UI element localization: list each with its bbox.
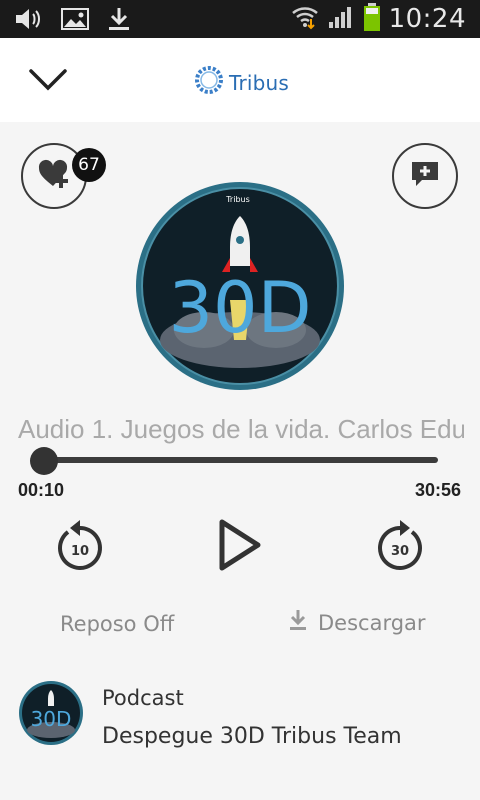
clock: 10:24 bbox=[388, 4, 466, 34]
brand-logo: Tribus bbox=[193, 64, 289, 101]
chevron-down-icon[interactable] bbox=[28, 62, 68, 96]
brand-name: Tribus bbox=[229, 70, 290, 95]
download-arrow-icon bbox=[288, 608, 308, 637]
app-header: Tribus bbox=[0, 38, 480, 122]
play-icon bbox=[219, 519, 261, 571]
volume-icon bbox=[14, 6, 44, 37]
rewind-10-button[interactable]: 10 bbox=[54, 518, 106, 572]
podcast-kind-label: Podcast bbox=[102, 686, 184, 710]
status-bar: 10:24 bbox=[0, 0, 480, 38]
svg-text:10: 10 bbox=[71, 544, 89, 559]
signal-icon bbox=[327, 4, 355, 35]
add-comment-button[interactable] bbox=[392, 143, 458, 209]
forward-30-button[interactable]: 30 bbox=[374, 518, 426, 572]
current-time: 00:10 bbox=[18, 480, 65, 500]
svg-text:Tribus: Tribus bbox=[225, 195, 250, 204]
svg-text:30: 30 bbox=[391, 544, 409, 559]
gallery-icon bbox=[60, 6, 90, 37]
podcast-artwork: 30D Tribus bbox=[134, 180, 346, 392]
download-button[interactable]: Descargar bbox=[288, 608, 426, 637]
battery-icon bbox=[363, 2, 381, 37]
track-title: Audio 1. Juegos de la vida. Carlos Edu bbox=[18, 414, 464, 444]
podcast-thumbnail[interactable]: 30D bbox=[18, 680, 84, 746]
total-time: 30:56 bbox=[414, 480, 461, 500]
likes-count-badge: 67 bbox=[72, 148, 106, 182]
rewind-icon bbox=[70, 520, 80, 536]
seek-thumb[interactable] bbox=[30, 447, 58, 475]
svg-text:30D: 30D bbox=[31, 707, 72, 731]
download-icon bbox=[106, 6, 132, 37]
comment-plus-icon bbox=[409, 159, 441, 194]
heart-plus-icon bbox=[37, 158, 71, 195]
tribus-logo-icon bbox=[193, 64, 225, 101]
forward-icon bbox=[400, 520, 410, 536]
podcast-name[interactable]: Despegue 30D Tribus Team bbox=[102, 724, 402, 749]
sleep-timer-button[interactable]: Reposo Off bbox=[60, 612, 174, 636]
play-button[interactable] bbox=[214, 516, 264, 574]
download-label: Descargar bbox=[318, 610, 426, 635]
seek-bar[interactable] bbox=[44, 457, 438, 463]
artwork-title: 30D bbox=[169, 267, 312, 349]
wifi-icon bbox=[291, 4, 319, 35]
